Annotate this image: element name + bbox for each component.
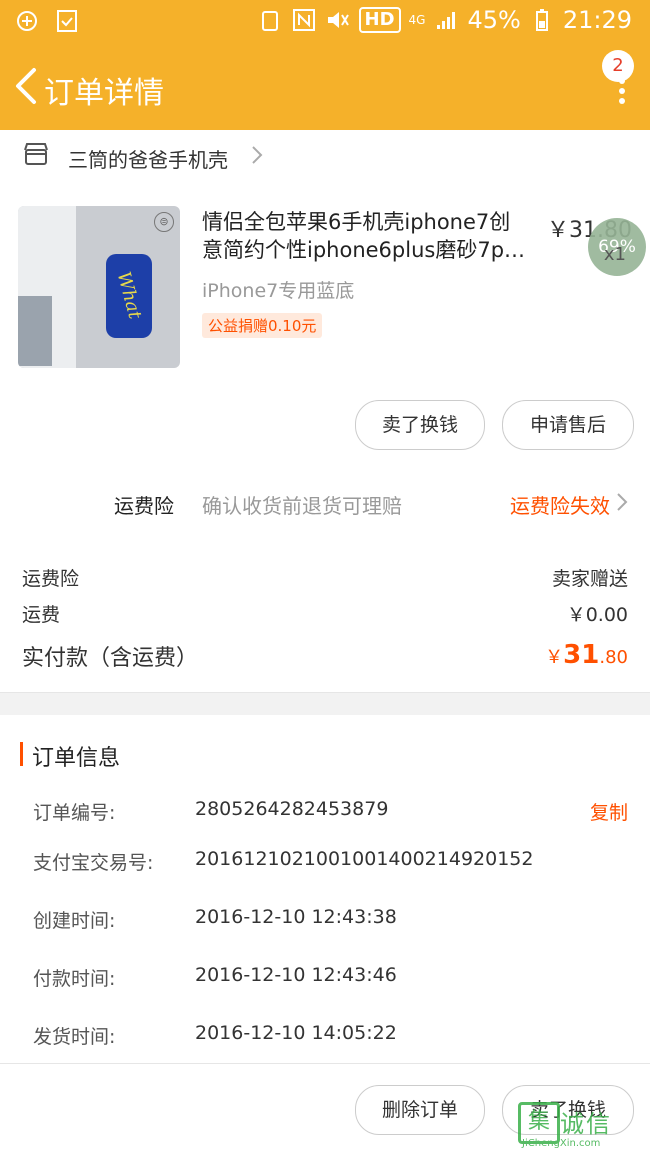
checklist-icon [54,8,80,34]
battery-percent: 45% [467,6,521,34]
back-arrow-icon[interactable] [12,66,42,106]
insurance-status: 运费险失效 [510,494,610,518]
product-title: 情侣全包苹果6手机壳iphone7创 意简约个性iphone6plus磨砂7p… [202,210,526,262]
logo-badge-icon: ⊜ [154,212,174,232]
insurance-label: 运费险 [114,494,174,518]
charity-tag: 公益捐赠0.10元 [202,313,323,338]
recycle-icon [257,7,283,33]
more-menu-icon[interactable] [614,74,630,108]
order-info-title: 订单信息 [32,746,121,771]
after-sale-button[interactable]: 申请售后 [502,400,634,450]
clock: 21:29 [562,6,632,34]
sell-button[interactable]: 卖了换钱 [355,400,485,450]
shop-row[interactable]: 三筒的爸爸手机壳 [0,130,650,184]
product-item[interactable]: What ⊜ 情侣全包苹果6手机壳iphone7创 意简约个性iphone6pl… [0,184,650,384]
accent-bar [20,742,23,766]
insurance-desc: 确认收货前退货可理赔 [202,494,402,518]
status-bar: HD 4G 45% 21:29 [0,0,650,46]
total-amount: ￥31.80 [545,640,628,670]
shop-name: 三筒的爸爸手机壳 [68,148,228,172]
nfc-icon [291,7,317,33]
chevron-right-icon [616,492,628,512]
product-sku: iPhone7专用蓝底 [202,280,355,302]
product-quantity: x1 [603,244,626,265]
delete-order-button[interactable]: 删除订单 [355,1085,485,1135]
network-type: 4G [408,13,426,27]
section-divider [0,692,650,715]
product-thumbnail[interactable]: What ⊜ [18,206,180,368]
shipping-insurance-row[interactable]: 运费险 确认收货前退货可理赔 运费险失效 [0,472,650,536]
battery-icon [529,7,555,33]
hd-indicator: HD [358,7,401,33]
mute-icon [325,7,351,33]
shop-icon [22,140,50,168]
chevron-right-icon [250,144,264,166]
page-title: 订单详情 [44,76,164,111]
copy-button[interactable]: 复制 [590,798,628,825]
notification-icon [14,8,40,34]
order-info-header: 订单信息 [0,734,650,774]
watermark-logo: 集 诚信 JiChengXin.com [518,1102,642,1150]
nav-bar: 订单详情 2 [0,46,650,130]
signal-icon [433,7,459,33]
